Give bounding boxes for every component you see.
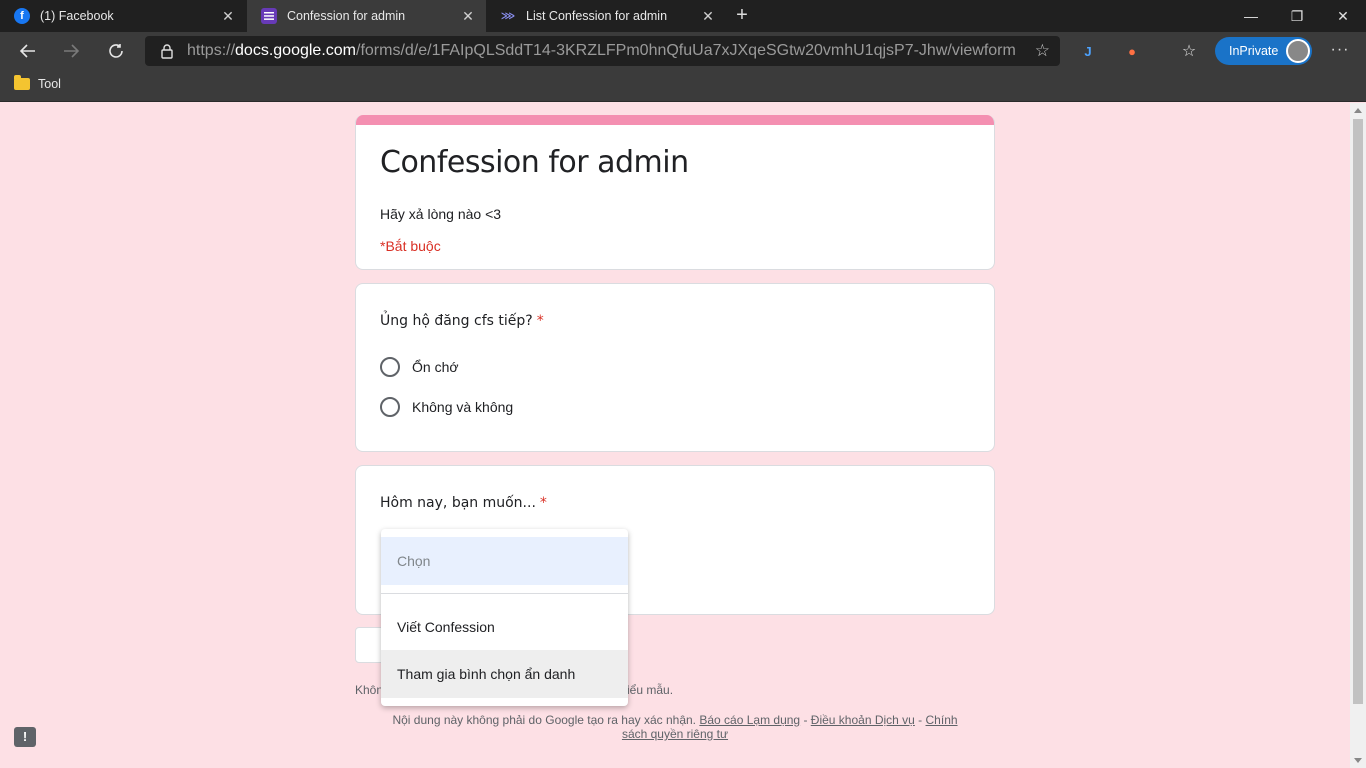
minimize-button[interactable]: — [1228, 0, 1274, 32]
bookmark-tool[interactable]: Tool [14, 75, 61, 91]
url-path: /forms/d/e/1FAIpQLSddT14-3KRZLFPm0hnQfuU… [356, 42, 1016, 59]
favorite-star-icon[interactable]: ☆ [1035, 41, 1050, 61]
form-page: Confession for admin Hãy xả lòng nào <3 … [0, 103, 1350, 768]
separator: - [914, 713, 926, 727]
bookmark-label: Tool [38, 77, 61, 91]
question-title: Ủng hộ đăng cfs tiếp? * [380, 313, 544, 329]
footer-disclaimer: Nội dung này không phải do Google tạo ra… [380, 713, 970, 741]
question-card-support: Ủng hộ đăng cfs tiếp? * Ổn chớ Không và k… [355, 283, 995, 452]
separator: - [800, 713, 811, 727]
close-window-button[interactable]: ✕ [1320, 0, 1366, 32]
question-title: Hôm nay, bạn muốn... * [380, 495, 547, 511]
required-asterisk: * [539, 495, 547, 511]
browser-toolbar: https://docs.google.com/forms/d/e/1FAIpQ… [0, 32, 1366, 70]
dropdown-divider [381, 593, 628, 594]
form-header-card: Confession for admin Hãy xả lòng nào <3 … [355, 115, 995, 270]
sheet-icon: ⋙ [500, 10, 516, 22]
dropdown-placeholder[interactable]: Chọn [381, 537, 628, 585]
extension-fire-icon[interactable]: ● [1121, 40, 1143, 62]
footer-note-left: Khôn [355, 683, 384, 697]
dropdown-option-write-confession[interactable]: Viết Confession [381, 603, 628, 651]
disclaimer-text: Nội dung này không phải do Google tạo ra… [392, 713, 697, 727]
facebook-icon: f [14, 8, 30, 24]
tab-facebook[interactable]: f (1) Facebook ✕ [0, 0, 246, 32]
more-menu-icon[interactable]: ··· [1326, 37, 1354, 65]
tab-title: (1) Facebook [40, 9, 114, 23]
radio-button[interactable] [380, 397, 400, 417]
required-asterisk: * [536, 313, 544, 329]
refresh-icon[interactable] [102, 37, 130, 65]
form-description: Hãy xả lòng nào <3 [380, 206, 502, 222]
restore-button[interactable]: ❐ [1274, 0, 1320, 32]
close-tab-icon[interactable]: ✕ [460, 8, 476, 24]
dropdown-menu[interactable]: Chọn Viết Confession Tham gia bình chọn … [381, 529, 628, 706]
url-host: docs.google.com [235, 42, 356, 59]
report-abuse-link[interactable]: Báo cáo Lạm dụng [699, 713, 800, 727]
back-icon[interactable] [14, 37, 42, 65]
inprivate-label: InPrivate [1229, 44, 1279, 58]
google-forms-icon [261, 8, 277, 24]
favorites-icon[interactable]: ☆ [1175, 37, 1203, 65]
question-text: Ủng hộ đăng cfs tiếp? [380, 313, 533, 329]
required-note: *Bắt buộc [380, 238, 441, 254]
radio-button[interactable] [380, 357, 400, 377]
question-text: Hôm nay, bạn muốn... [380, 495, 536, 511]
form-title: Confession for admin [380, 145, 689, 180]
tab-confession-form[interactable]: Confession for admin ✕ [247, 0, 486, 32]
scroll-down-icon[interactable] [1354, 758, 1362, 763]
inprivate-button[interactable]: InPrivate [1215, 37, 1312, 65]
folder-icon [14, 75, 30, 90]
option-label: Không và không [412, 399, 514, 415]
close-tab-icon[interactable]: ✕ [220, 8, 236, 24]
close-tab-icon[interactable]: ✕ [700, 8, 716, 24]
tab-title: Confession for admin [287, 9, 406, 23]
dropdown-option-anonymous-vote[interactable]: Tham gia bình chọn ẩn danh [381, 650, 628, 698]
feedback-icon[interactable]: ! [14, 727, 36, 747]
bookmarks-bar: Tool [0, 70, 1366, 102]
lock-icon [161, 44, 173, 59]
url-scheme: https:// [187, 42, 236, 59]
new-tab-button[interactable]: + [730, 4, 754, 28]
terms-link[interactable]: Điều khoản Dịch vụ [811, 713, 915, 727]
scroll-thumb[interactable] [1353, 119, 1363, 704]
extension-j-icon[interactable]: J [1077, 40, 1099, 62]
radio-option-on-cho[interactable]: Ổn chớ [380, 357, 459, 377]
scroll-up-icon[interactable] [1354, 108, 1362, 113]
accent-bar [356, 115, 994, 125]
forward-icon[interactable] [57, 37, 85, 65]
address-bar[interactable]: https://docs.google.com/forms/d/e/1FAIpQ… [145, 36, 1060, 66]
page-scrollbar[interactable] [1350, 103, 1366, 768]
option-label: Ổn chớ [412, 359, 459, 375]
avatar [1286, 39, 1310, 63]
footer-note-right: iểu mẫu. [627, 683, 674, 697]
tab-list-confession[interactable]: ⋙ List Confession for admin ✕ [486, 0, 726, 32]
tab-title: List Confession for admin [526, 9, 668, 23]
radio-option-khong[interactable]: Không và không [380, 397, 513, 417]
tab-bar: f (1) Facebook ✕ Confession for admin ✕ … [0, 0, 1366, 32]
